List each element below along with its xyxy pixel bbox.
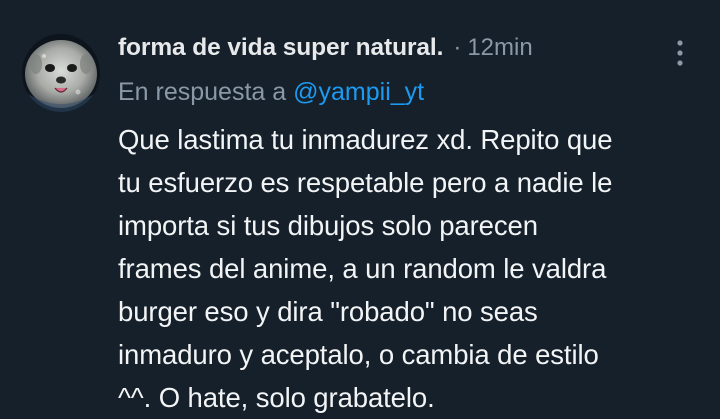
reply-prefix: En respuesta a bbox=[118, 78, 287, 106]
reply-to-handle-link[interactable]: @yampii_yt bbox=[293, 78, 424, 106]
author-display-name[interactable]: forma de vida super natural. bbox=[118, 34, 443, 62]
author-avatar[interactable] bbox=[22, 34, 100, 112]
tweet-card[interactable]: forma de vida super natural. · 12min En … bbox=[0, 0, 720, 413]
tweet-timestamp[interactable]: 12min bbox=[467, 34, 532, 62]
more-vertical-icon bbox=[677, 40, 683, 66]
reply-context: En respuesta a @yampii_yt bbox=[118, 78, 424, 107]
more-options-button[interactable] bbox=[664, 36, 696, 70]
tweet-text: Que lastima tu inmadurez xd. Repito que … bbox=[118, 124, 613, 413]
tweet-header: forma de vida super natural. · 12min bbox=[118, 34, 533, 68]
face-avatar-icon bbox=[22, 34, 100, 112]
header-separator: · bbox=[453, 34, 462, 61]
